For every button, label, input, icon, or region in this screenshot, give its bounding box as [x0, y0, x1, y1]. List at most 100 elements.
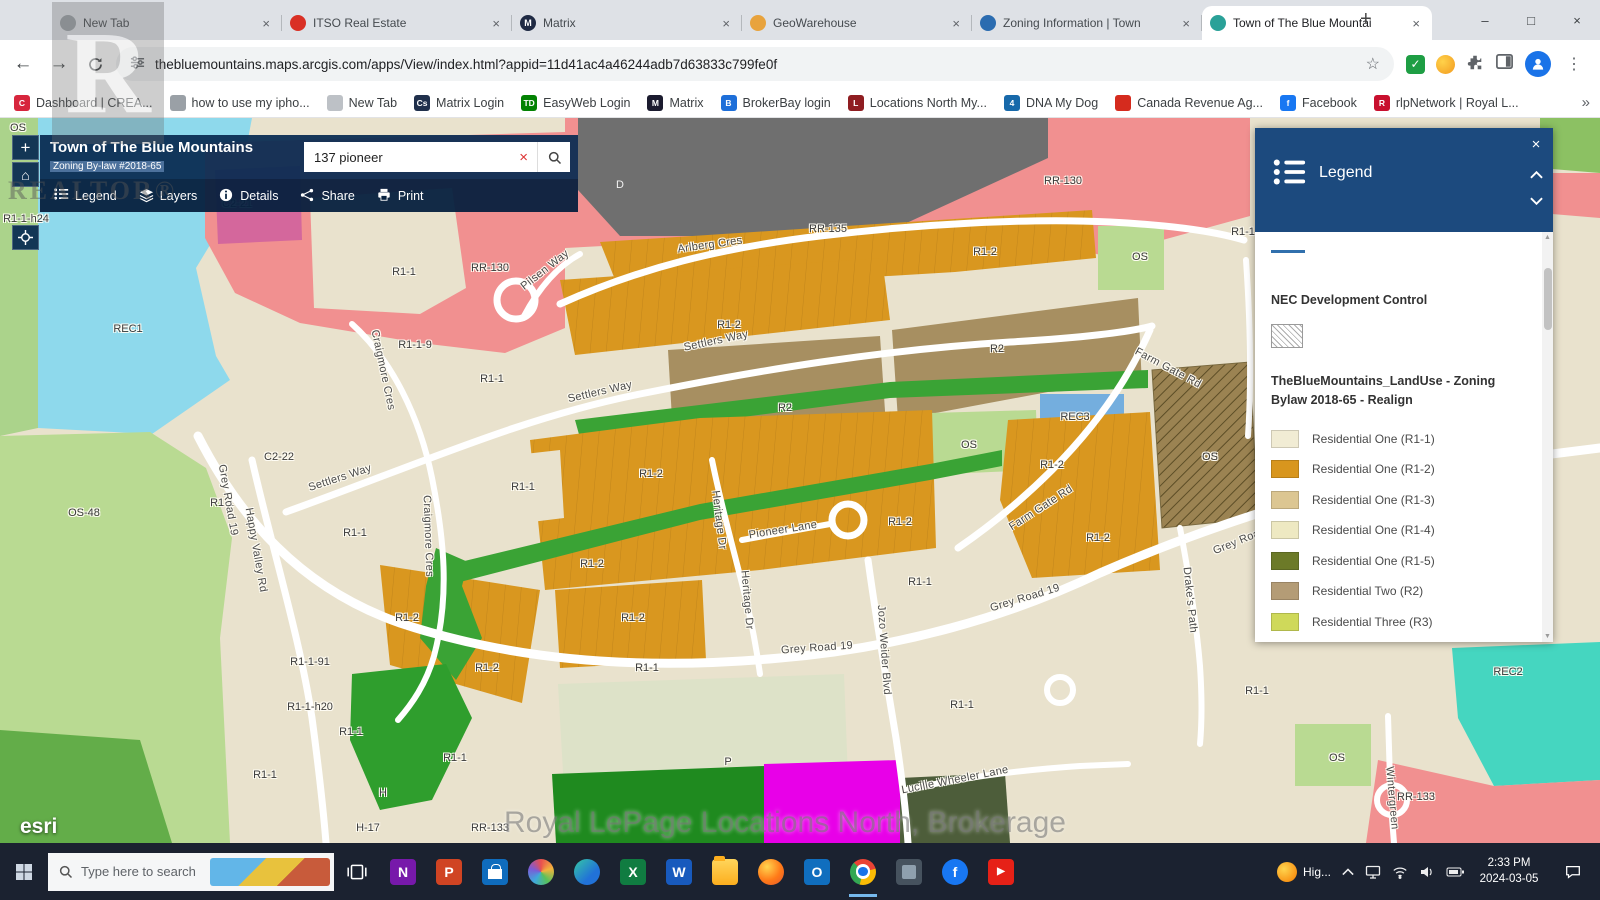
refresh-button[interactable]	[80, 49, 110, 79]
tool-legend[interactable]: Legend	[54, 188, 117, 203]
tool-details[interactable]: Details	[219, 188, 278, 203]
profile-avatar[interactable]	[1525, 51, 1551, 77]
url-text[interactable]: thebluemountains.maps.arcgis.com/apps/Vi…	[155, 57, 1356, 72]
legend-scrollbar[interactable]: ▲ ▼	[1542, 232, 1553, 642]
site-settings-icon[interactable]	[130, 55, 145, 73]
browser-tab[interactable]: ITSO Real Estate ×	[282, 6, 512, 40]
bookmark-star-icon[interactable]: ☆	[1366, 54, 1380, 74]
tab-title: New Tab	[83, 16, 251, 30]
back-button[interactable]: ←	[8, 49, 38, 79]
bookmarks-overflow-icon[interactable]: »	[1582, 94, 1590, 111]
tab-close-icon[interactable]: ×	[488, 14, 504, 33]
tray-expand-icon[interactable]	[1342, 868, 1354, 876]
volume-icon[interactable]	[1419, 864, 1435, 880]
display-icon[interactable]	[1365, 864, 1381, 880]
search-submit-button[interactable]	[537, 142, 570, 172]
browser-tab[interactable]: Zoning Information | Town ×	[972, 6, 1202, 40]
zoning-map[interactable]: OSR1-1-h24C2-21RR-130DRR-135RR-130R1-2OS…	[0, 118, 1600, 843]
bookmark-item[interactable]: 4 DNA My Dog	[1004, 95, 1098, 111]
minimize-button[interactable]: –	[1462, 0, 1508, 40]
tab-close-icon[interactable]: ×	[258, 14, 274, 33]
scroll-up-icon[interactable]: ▲	[1542, 234, 1553, 241]
browser-menu-icon[interactable]: ⋮	[1562, 54, 1586, 74]
task-view-button[interactable]	[334, 843, 380, 900]
bookmark-item[interactable]: L Locations North My...	[848, 95, 987, 111]
bookmark-item[interactable]: Canada Revenue Ag...	[1115, 95, 1263, 111]
extension-orange-icon[interactable]	[1436, 55, 1455, 74]
taskbar-icon-explorer[interactable]	[702, 843, 748, 900]
taskbar-icon-word[interactable]: W	[656, 843, 702, 900]
taskbar-icon-calculator[interactable]	[886, 843, 932, 900]
close-button[interactable]: ×	[1554, 0, 1600, 40]
battery-icon[interactable]	[1446, 867, 1464, 877]
taskbar-icon-photos[interactable]	[518, 843, 564, 900]
bookmark-item[interactable]: M Matrix	[647, 95, 703, 111]
tab-close-icon[interactable]: ×	[1178, 14, 1194, 33]
map-search-box[interactable]: ×	[304, 142, 537, 172]
omnibox[interactable]: thebluemountains.maps.arcgis.com/apps/Vi…	[116, 47, 1394, 81]
wifi-icon[interactable]	[1392, 865, 1408, 879]
bookmark-favicon	[327, 95, 343, 111]
taskbar-icon-firefox[interactable]	[748, 843, 794, 900]
browser-tab[interactable]: M Matrix ×	[512, 6, 742, 40]
tab-close-icon[interactable]: ×	[948, 14, 964, 33]
extension-check-icon[interactable]: ✓	[1406, 55, 1425, 74]
bookmark-item[interactable]: how to use my ipho...	[170, 95, 310, 111]
search-icon	[58, 864, 73, 879]
browser-tab[interactable]: Town of The Blue Mountai ×	[1202, 6, 1432, 40]
browser-tab[interactable]: New Tab ×	[52, 6, 282, 40]
tool-layers[interactable]: Layers	[139, 188, 198, 203]
zoom-in-button[interactable]: +	[12, 135, 39, 160]
bookmark-item[interactable]: R rlpNetwork | Royal L...	[1374, 95, 1519, 111]
tab-close-icon[interactable]: ×	[1408, 14, 1424, 33]
start-button[interactable]	[0, 843, 48, 900]
legend-close-icon[interactable]: ×	[1525, 133, 1547, 155]
legend-scroll-thumb[interactable]	[1544, 268, 1552, 330]
taskbar-icon-onenote[interactable]: N	[380, 843, 426, 900]
tab-close-icon[interactable]: ×	[718, 14, 734, 33]
tool-print[interactable]: Print	[377, 188, 424, 203]
scroll-down-icon[interactable]: ▼	[1542, 633, 1553, 640]
app-title-block: Town of The Blue Mountains Zoning By-law…	[40, 135, 296, 179]
taskbar-icon-outlook[interactable]: O	[794, 843, 840, 900]
legend-expand-icon[interactable]	[1525, 190, 1547, 212]
taskbar-icon-chrome[interactable]	[840, 843, 886, 900]
action-center-icon[interactable]	[1554, 863, 1592, 881]
weather-widget[interactable]: Hig...	[1277, 862, 1331, 882]
taskbar-search[interactable]: Type here to search	[48, 853, 334, 891]
taskbar-icon-facebook[interactable]: f	[932, 843, 978, 900]
tool-share[interactable]: Share	[300, 188, 354, 203]
bookmark-label: Canada Revenue Ag...	[1137, 96, 1263, 110]
new-tab-button[interactable]: +	[1360, 8, 1372, 31]
app-subtitle: Zoning By-law #2018-65	[50, 161, 164, 172]
extensions-puzzle-icon[interactable]	[1466, 53, 1484, 76]
bookmark-item[interactable]: Cs Matrix Login	[414, 95, 504, 111]
bookmark-label: Matrix	[669, 96, 703, 110]
legend-collapse-icon[interactable]	[1525, 164, 1547, 186]
taskbar-icon-youtube[interactable]: ▶	[978, 843, 1024, 900]
browser-tab[interactable]: GeoWarehouse ×	[742, 6, 972, 40]
legend-title: Legend	[1319, 164, 1372, 182]
search-highlight-image[interactable]	[210, 858, 331, 886]
bookmark-item[interactable]: f Facebook	[1280, 95, 1357, 111]
search-clear-icon[interactable]: ×	[512, 149, 535, 166]
bookmark-item[interactable]: TD EasyWeb Login	[521, 95, 630, 111]
bookmark-item[interactable]: New Tab	[327, 95, 397, 111]
forward-button[interactable]: →	[44, 49, 74, 79]
side-panel-icon[interactable]	[1495, 52, 1514, 76]
legend-swatch	[1271, 552, 1299, 570]
locate-button[interactable]	[12, 225, 39, 250]
bookmark-favicon: B	[721, 95, 737, 111]
map-search-input[interactable]	[312, 149, 512, 166]
home-button[interactable]: ⌂	[12, 162, 39, 187]
bookmark-item[interactable]: C Dashboard | CREA...	[14, 95, 153, 111]
legend-icon	[54, 188, 69, 203]
taskbar-clock[interactable]: 2:33 PM 2024-03-05	[1475, 856, 1543, 887]
taskbar-icon-powerpoint[interactable]: P	[426, 843, 472, 900]
taskbar-icon-edge[interactable]	[564, 843, 610, 900]
taskbar-icon-excel[interactable]: X	[610, 843, 656, 900]
bookmark-item[interactable]: B BrokerBay login	[721, 95, 831, 111]
taskbar-search-placeholder: Type here to search	[81, 864, 202, 879]
taskbar-icon-store[interactable]	[472, 843, 518, 900]
maximize-button[interactable]: □	[1508, 0, 1554, 40]
